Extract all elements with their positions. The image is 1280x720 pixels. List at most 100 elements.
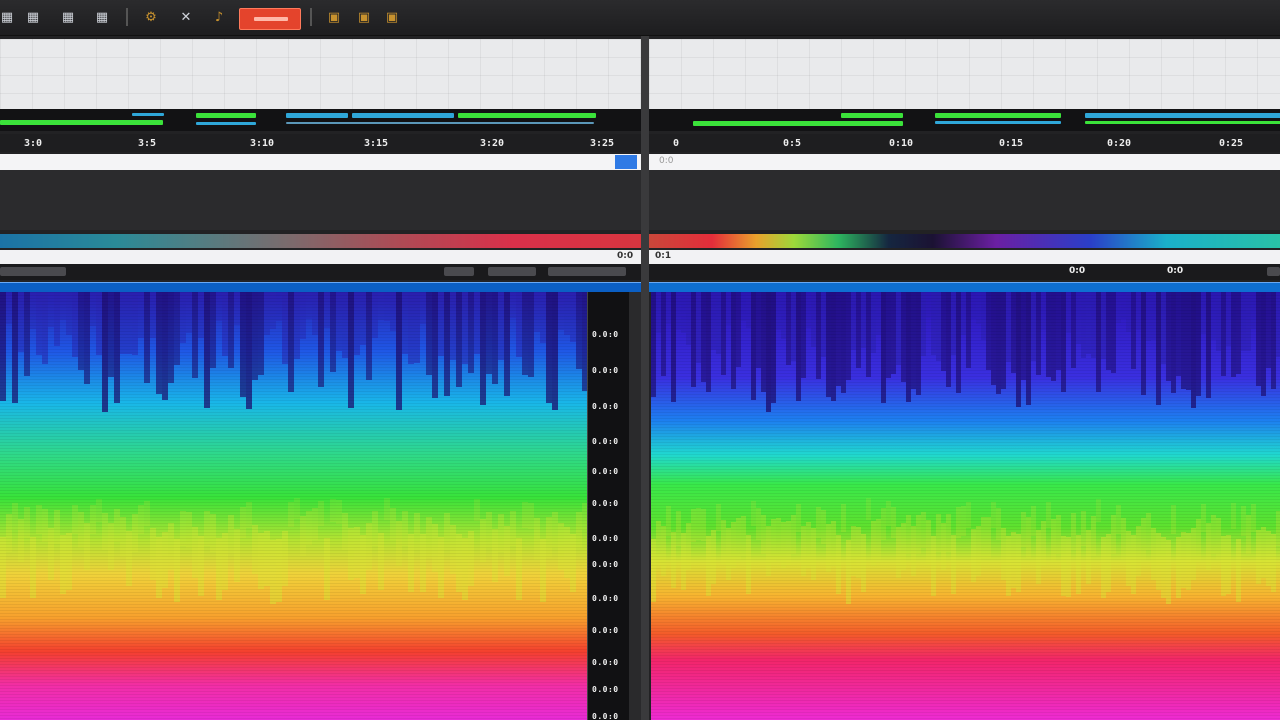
track-bar[interactable]	[0, 154, 641, 170]
spectrogram-column	[1081, 511, 1086, 546]
scanline	[0, 451, 587, 452]
spectrogram-column	[991, 292, 996, 385]
spectrogram-column	[886, 501, 891, 526]
scanline	[651, 529, 1280, 530]
scanline	[651, 442, 1280, 443]
scanline	[651, 535, 1280, 536]
scanline	[0, 388, 587, 389]
spectrogram-column	[396, 292, 402, 410]
record-button[interactable]	[239, 8, 301, 30]
scanline	[0, 583, 587, 584]
track-bar[interactable]: 0:0	[649, 154, 1280, 170]
scanline	[651, 517, 1280, 518]
scanline	[651, 703, 1280, 704]
scanline	[0, 574, 587, 575]
scanline	[0, 691, 587, 692]
scanline	[0, 493, 587, 494]
selection-strip[interactable]	[0, 282, 641, 292]
color-gradient-bar	[0, 234, 641, 248]
scanline	[651, 448, 1280, 449]
grid-icon[interactable]: ▦	[91, 6, 113, 28]
scanline	[0, 625, 587, 626]
spectrogram-column	[726, 292, 731, 325]
scanline	[651, 475, 1280, 476]
scanline	[651, 514, 1280, 515]
scanline	[651, 313, 1280, 314]
control-button[interactable]	[488, 267, 536, 276]
scanline	[0, 502, 587, 503]
scanline	[0, 418, 587, 419]
control-button[interactable]	[1267, 267, 1280, 276]
spectrogram-column	[378, 292, 384, 320]
scanline	[651, 664, 1280, 665]
level-meter	[841, 113, 903, 118]
folder-icon[interactable]: ▣	[323, 6, 345, 28]
level-meter	[1085, 121, 1280, 124]
spectrogram-column	[1006, 292, 1011, 362]
scanline	[0, 598, 587, 599]
scanline	[0, 319, 587, 320]
spectrogram-left[interactable]	[0, 292, 587, 720]
spectrogram-column	[1076, 535, 1081, 594]
waveform-overview[interactable]	[0, 39, 641, 109]
level-meter	[1085, 113, 1280, 118]
scanline	[0, 577, 587, 578]
scanline	[0, 553, 587, 554]
spectrogram-column	[1031, 292, 1036, 361]
selection-strip[interactable]	[649, 282, 1280, 292]
scanline	[0, 529, 587, 530]
scanline	[651, 709, 1280, 710]
folder-icon[interactable]: ▣	[381, 6, 403, 28]
scanline	[0, 580, 587, 581]
folder-icon[interactable]: ▣	[353, 6, 375, 28]
ruler-tick: 3:20	[480, 138, 505, 149]
scanline	[651, 613, 1280, 614]
level-meter	[352, 113, 454, 118]
scanline	[0, 685, 587, 686]
spectrogram-column	[438, 537, 444, 598]
scanline	[651, 682, 1280, 683]
empty-track-area	[0, 170, 641, 230]
spectrogram-column	[306, 292, 312, 319]
time-ruler[interactable]: 3:0 3:5 3:10 3:15 3:20 3:25	[0, 134, 641, 152]
settings-icon[interactable]: ⚙	[140, 6, 162, 28]
spectrogram-column	[1231, 503, 1236, 529]
scanline	[651, 493, 1280, 494]
scanline	[0, 670, 587, 671]
waveform-overview[interactable]	[649, 39, 1280, 109]
spectrogram-column	[771, 292, 776, 403]
spectrogram-column	[971, 292, 976, 319]
spectrogram-column	[204, 511, 210, 546]
control-button[interactable]	[0, 267, 66, 276]
spectrogram-column	[90, 292, 96, 326]
scale-edge	[629, 292, 641, 720]
scanline	[0, 487, 587, 488]
spectrogram-right[interactable]	[651, 292, 1280, 720]
spectrogram-column	[751, 501, 756, 526]
scanline	[651, 673, 1280, 674]
scanline	[651, 541, 1280, 542]
spectrogram-column	[480, 519, 486, 562]
panel-divider[interactable]	[641, 36, 649, 720]
control-button[interactable]	[548, 267, 626, 276]
grid-icon[interactable]: ▦	[22, 6, 44, 28]
cross-icon[interactable]: ✕	[175, 6, 197, 28]
scanline	[651, 559, 1280, 560]
spectrogram-column	[896, 527, 901, 578]
grid-icon[interactable]: ▦	[0, 6, 18, 28]
spectrogram-column	[30, 537, 36, 598]
grid-icon[interactable]: ▦	[57, 6, 79, 28]
scanline	[0, 508, 587, 509]
scanline	[651, 616, 1280, 617]
scanline	[0, 499, 587, 500]
spectrogram-column	[1021, 292, 1026, 380]
scanline	[651, 571, 1280, 572]
scanline	[651, 511, 1280, 512]
track-select-button[interactable]	[615, 155, 637, 169]
scanline	[0, 310, 587, 311]
scanline	[0, 601, 587, 602]
time-ruler[interactable]: 0 0:5 0:10 0:15 0:20 0:25	[649, 134, 1280, 152]
scanline	[651, 628, 1280, 629]
control-button[interactable]	[444, 267, 474, 276]
microphone-icon[interactable]: ♪	[208, 6, 230, 28]
